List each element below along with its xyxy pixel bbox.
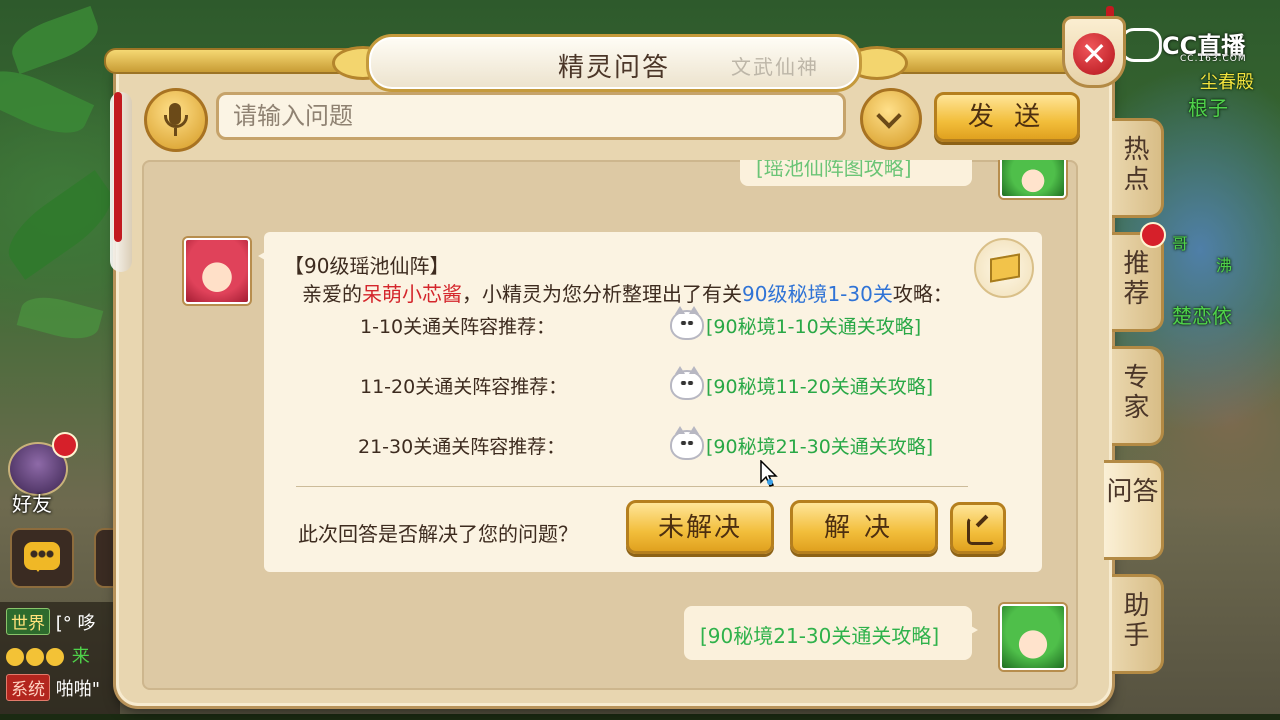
cat-icon [670,366,704,400]
emoji-icon [46,648,64,666]
red-tassel [114,92,122,242]
guide-book-button[interactable] [974,238,1034,298]
row-label: 1-10关通关阵容推荐： [360,316,556,338]
previous-user-message[interactable]: [瑶池仙阵图攻略] [740,160,972,186]
chat-text: 来 [71,646,90,667]
title-plate: 文武仙神 精灵问答 [366,34,862,92]
chat-line: 来 [6,642,90,668]
tab-assistant[interactable]: 助手 [1112,574,1164,674]
tab-qa[interactable]: 问答 [1104,460,1164,560]
feedback-question: 此次回答是否解决了您的问题？ [298,522,578,546]
tab-label: 推荐 [1123,249,1150,309]
experience-bar [0,714,1280,720]
send-button[interactable]: 发 送 [934,92,1080,142]
guide-link[interactable]: [90秘境1-10关通关攻略] [706,312,921,339]
tab-hot[interactable]: 热点 [1112,118,1164,218]
message-link[interactable]: [90秘境21-30关通关攻略] [700,620,939,649]
tab-label: 助手 [1123,591,1150,651]
solved-button[interactable]: 解决 [790,500,938,554]
row-label: 21-30关通关阵容推荐： [358,436,566,458]
cc-live-logo: CC直播 CC.163.COM [1120,26,1270,66]
npc-name: 沸 [1216,256,1233,275]
mouse-cursor [760,459,780,488]
chat-button[interactable] [10,528,74,588]
tab-expert[interactable]: 专家 [1112,346,1164,446]
notification-badge [1140,222,1166,248]
topic-link[interactable]: 90级秘境1-30关 [742,282,893,306]
emoji-icon [6,648,24,666]
chat-text: 啪啪" [55,679,101,700]
chevron-down-icon [876,103,902,129]
divider [296,486,968,487]
chat-text: [° 哆 [55,613,96,634]
chat-line: 系统 啪啪" [6,674,100,701]
npc-name: 根子 [1188,96,1228,120]
answer-heading: 【90级瑶池仙阵】 [284,254,450,278]
close-icon: ✕ [1073,33,1115,75]
share-button[interactable] [950,502,1006,554]
emoji-icon [26,648,44,666]
npc-name: 尘春殿 [1200,72,1254,93]
tab-label: 专家 [1123,363,1150,423]
spirit-qa-dialog: 文武仙神 精灵问答 ✕ 发 送 [瑶池仙阵图攻略] 【90级瑶池仙阵】 亲爱的呆… [104,6,1126,706]
friends-label: 好友 [12,492,52,516]
voice-input-button[interactable] [144,88,208,152]
user-avatar [1000,604,1066,670]
npc-name: 哥 [1172,234,1189,253]
message-link[interactable]: [瑶池仙阵图攻略] [756,160,912,181]
dialog-title: 精灵问答 [557,53,670,83]
tab-label: 热点 [1123,135,1150,195]
npc-name: 楚恋依 [1172,304,1232,328]
friends-button[interactable]: 好友 [8,432,78,516]
row-label: 11-20关通关阵容推荐： [360,376,568,398]
guide-link[interactable]: [90秘境21-30关通关攻略] [706,432,933,459]
cloud-icon [1120,28,1162,62]
channel-tag: 系统 [6,674,50,701]
answer-bubble: 【90级瑶池仙阵】 亲爱的呆萌小芯酱，小精灵为您分析整理出了有关90级秘境1-3… [258,232,1042,572]
unsolved-button[interactable]: 未解决 [626,500,774,554]
user-message[interactable]: [90秘境21-30关通关攻略] [684,606,978,660]
user-avatar [1000,160,1066,198]
cursor-icon [760,459,778,487]
logo-subtext: CC.163.COM [1180,54,1247,64]
channel-tag: 世界 [6,608,50,635]
chat-line: 世界 [° 哆 [6,608,95,635]
answer-greeting: 亲爱的呆萌小芯酱，小精灵为您分析整理出了有关90级秘境1-30关攻略： [302,282,953,306]
notification-badge [52,432,78,458]
chat-area[interactable]: [瑶池仙阵图攻略] 【90级瑶池仙阵】 亲爱的呆萌小芯酱，小精灵为您分析整理出了… [142,160,1078,690]
cat-icon [670,306,704,340]
user-name: 呆萌小芯酱 [362,282,462,306]
close-button[interactable]: ✕ [1062,16,1126,88]
history-dropdown-button[interactable] [860,88,922,150]
guide-link[interactable]: [90秘境11-20关通关攻略] [706,372,933,399]
tab-label: 问答 [1106,477,1159,507]
spirit-avatar [184,238,250,304]
question-input[interactable] [216,92,846,140]
chat-log: 世界 [° 哆 来 系统 啪啪" [0,602,120,720]
cat-icon [670,426,704,460]
book-icon [990,253,1020,283]
